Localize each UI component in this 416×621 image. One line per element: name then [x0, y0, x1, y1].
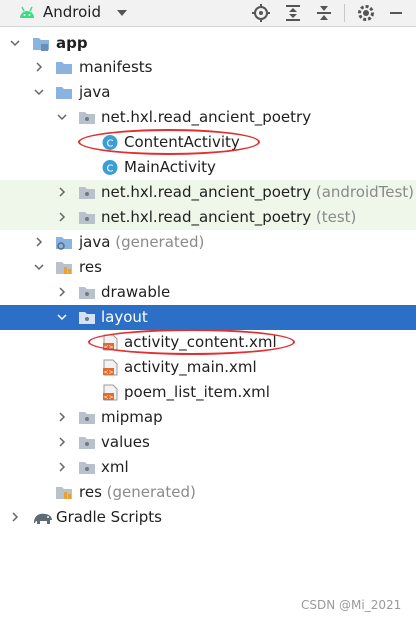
- chevron-down-icon[interactable]: [10, 38, 20, 48]
- locate-icon[interactable]: [251, 3, 271, 23]
- watermark: CSDN @Mi_2021: [301, 598, 402, 612]
- tree-label-res: res: [79, 258, 102, 276]
- svg-text:C: C: [107, 164, 114, 175]
- test-suffix: (test): [315, 208, 357, 226]
- chevron-right-icon[interactable]: [57, 287, 67, 297]
- xml-file-icon: <>: [103, 359, 118, 376]
- package-folder-icon: [79, 187, 95, 199]
- tree-label-gradle-scripts: Gradle Scripts: [56, 508, 162, 526]
- collapse-all-icon[interactable]: [314, 3, 334, 23]
- chevron-right-icon[interactable]: [57, 412, 67, 422]
- generated-folder-icon: [56, 237, 72, 250]
- highlight-circle: [88, 329, 295, 355]
- chevron-down-icon[interactable]: [117, 10, 127, 16]
- tree-row-app[interactable]: app: [0, 31, 416, 56]
- tree-label-manifests: manifests: [79, 58, 153, 76]
- tree-row-res[interactable]: res: [0, 255, 416, 280]
- tree-row-package-main[interactable]: net.hxl.read_ancient_poetry: [0, 105, 416, 130]
- tree-row-res-generated[interactable]: res (generated): [0, 480, 416, 505]
- tree-row-manifests[interactable]: manifests: [0, 55, 416, 80]
- package-folder-icon: [79, 112, 95, 124]
- chevron-down-icon[interactable]: [34, 262, 44, 272]
- module-folder-icon: [33, 38, 49, 51]
- chevron-down-icon[interactable]: [57, 312, 67, 322]
- minimize-icon[interactable]: [386, 3, 406, 23]
- tree-row-gradle-scripts[interactable]: Gradle Scripts: [0, 505, 416, 530]
- tree-label-values: values: [101, 433, 150, 451]
- android-test-suffix: (androidTest): [315, 183, 415, 201]
- tree-label-main-activity: MainActivity: [124, 158, 216, 176]
- view-selector-label[interactable]: Android: [43, 3, 101, 21]
- chevron-right-icon[interactable]: [34, 237, 44, 247]
- chevron-right-icon[interactable]: [10, 512, 20, 522]
- folder-icon: [79, 437, 95, 449]
- folder-icon: [79, 287, 95, 299]
- tree-row-java[interactable]: java: [0, 80, 416, 105]
- highlight-circle: [78, 129, 260, 155]
- resource-folder-icon: [56, 487, 72, 499]
- resource-folder-icon: [56, 262, 72, 274]
- class-icon: C: [102, 160, 118, 175]
- tree-row-package-test[interactable]: net.hxl.read_ancient_poetry (test): [0, 205, 416, 230]
- tree-row-activity-main-xml[interactable]: <> activity_main.xml: [0, 355, 416, 380]
- folder-icon: [56, 87, 72, 99]
- tree-label-package-android-test: net.hxl.read_ancient_poetry (androidTest…: [101, 183, 415, 201]
- svg-text:<>: <>: [103, 394, 113, 401]
- expand-all-icon[interactable]: [283, 3, 303, 23]
- tree-label-activity-main-xml: activity_main.xml: [124, 358, 257, 376]
- chevron-right-icon[interactable]: [57, 462, 67, 472]
- folder-icon: [79, 462, 95, 474]
- toolbar-separator: [344, 4, 345, 22]
- tree-label-res-generated: res (generated): [79, 483, 196, 501]
- tree-row-poem-list-item-xml[interactable]: <> poem_list_item.xml: [0, 380, 416, 405]
- folder-icon: [79, 312, 95, 324]
- svg-text:<>: <>: [103, 369, 113, 376]
- chevron-right-icon[interactable]: [57, 212, 67, 222]
- android-icon: [20, 6, 34, 18]
- tree-label-package-test: net.hxl.read_ancient_poetry (test): [101, 208, 357, 226]
- tree-row-main-activity[interactable]: C MainActivity: [0, 155, 416, 180]
- tree-label-mipmap: mipmap: [101, 408, 163, 426]
- chevron-right-icon[interactable]: [34, 62, 44, 72]
- folder-icon: [56, 62, 72, 74]
- tree-label-poem-list-item-xml: poem_list_item.xml: [124, 383, 270, 401]
- generated-suffix: (generated): [106, 483, 196, 501]
- gradle-elephant-icon: [34, 513, 52, 524]
- tree-row-mipmap[interactable]: mipmap: [0, 405, 416, 430]
- project-toolbar: Android: [0, 0, 416, 27]
- tree-label-layout: layout: [101, 308, 148, 326]
- chevron-down-icon[interactable]: [57, 112, 67, 122]
- tree-row-layout[interactable]: layout: [0, 305, 416, 330]
- tree-row-drawable[interactable]: drawable: [0, 280, 416, 305]
- generated-suffix: (generated): [115, 233, 205, 251]
- tree-row-java-generated[interactable]: java (generated): [0, 230, 416, 255]
- gear-icon[interactable]: [356, 3, 376, 23]
- package-folder-icon: [79, 212, 95, 224]
- xml-file-icon: <>: [103, 384, 118, 401]
- tree-label-java: java: [79, 83, 111, 101]
- tree-label-xml: xml: [101, 458, 129, 476]
- tree-label-drawable: drawable: [101, 283, 171, 301]
- tree-row-xml[interactable]: xml: [0, 455, 416, 480]
- tree-label-package-main: net.hxl.read_ancient_poetry: [101, 108, 312, 126]
- chevron-down-icon[interactable]: [34, 87, 44, 97]
- tree-label-java-generated: java (generated): [79, 233, 205, 251]
- tree-label-app: app: [56, 34, 88, 52]
- chevron-right-icon[interactable]: [57, 437, 67, 447]
- tree-row-values[interactable]: values: [0, 430, 416, 455]
- chevron-right-icon[interactable]: [57, 187, 67, 197]
- folder-icon: [79, 412, 95, 424]
- tree-row-package-android-test[interactable]: net.hxl.read_ancient_poetry (androidTest…: [0, 180, 416, 205]
